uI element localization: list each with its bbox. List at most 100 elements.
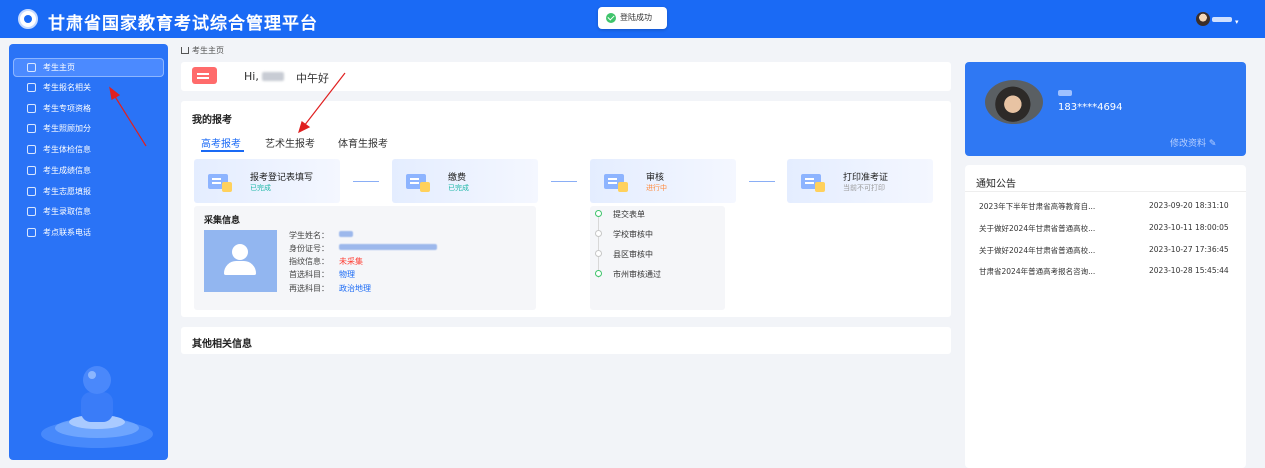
profile-name-blurred: [1058, 90, 1072, 96]
app-title: 甘肃省国家教育考试综合管理平台: [48, 14, 318, 34]
notice-item[interactable]: 2023年下半年甘肃省高等教育自... 2023-09-20 18:31:10: [979, 201, 1239, 215]
tab-sports[interactable]: 体育生报考: [338, 135, 388, 150]
fingerprint-value: 未采集: [339, 257, 363, 266]
my-registration-card: 我的报考 高考报考 艺术生报考 体育生报考 报考登记表填写 已完成 缴费 已完成…: [181, 101, 951, 317]
sidebar-item-qualification[interactable]: 考生专项资格: [13, 99, 164, 118]
notice-date: 2023-10-27 17:36:45: [1149, 245, 1229, 254]
timeline-dot: [595, 230, 602, 237]
sidebar-item-label: 考生照顾加分: [43, 124, 91, 133]
eye-icon: [27, 145, 36, 154]
sidebar-item-label: 考生报名相关: [43, 83, 91, 92]
step-name: 缴费: [448, 173, 467, 183]
timeline-dot-done: [595, 270, 602, 277]
section-title: 其他相关信息: [192, 339, 252, 350]
notice-item[interactable]: 关于做好2024年甘肃省普通高校... 2023-10-27 17:36:45: [979, 245, 1239, 259]
student-name-blurred: [339, 231, 353, 237]
doc-icon: [27, 207, 36, 216]
field-label-second-subject: 再选科目：: [289, 284, 329, 293]
step-name: 打印准考证: [843, 173, 889, 183]
profile-avatar: [985, 80, 1043, 124]
step-payment[interactable]: 缴费 已完成: [392, 159, 538, 203]
tab-gaokao[interactable]: 高考报考: [201, 135, 241, 150]
chevron-down-icon[interactable]: ▾: [1235, 18, 1239, 26]
step-status: 已完成: [448, 184, 469, 192]
tab-art[interactable]: 艺术生报考: [265, 135, 315, 150]
breadcrumb[interactable]: 考生主页: [181, 45, 224, 56]
sidebar-item-label: 考生成绩信息: [43, 166, 91, 175]
emblem-logo: [18, 9, 38, 29]
sidebar-item-application[interactable]: 考生志愿填报: [13, 182, 164, 201]
sidebar-item-contacts[interactable]: 考点联系电话: [13, 223, 164, 242]
notice-date: 2023-10-28 15:45:44: [1149, 266, 1229, 275]
step-connector: [551, 181, 577, 182]
review-icon: [602, 168, 628, 194]
notice-text: 甘肃省2024年普通高考报名咨询...: [979, 267, 1096, 276]
sidebar-item-home[interactable]: 考生主页: [13, 58, 164, 77]
profile-phone: 183****4694: [1058, 102, 1123, 113]
first-subject-value: 物理: [339, 270, 355, 279]
notice-title: 通知公告: [976, 179, 1016, 190]
form-icon: [206, 168, 232, 194]
notice-item[interactable]: 关于做好2024年甘肃省普通高校... 2023-10-11 18:00:05: [979, 223, 1239, 237]
step-print-ticket[interactable]: 打印准考证 当前不可打印: [787, 159, 933, 203]
step-status: 已完成: [250, 184, 271, 192]
greeting-name-blurred: [262, 72, 284, 81]
field-label-name: 学生姓名：: [289, 231, 329, 240]
edit-profile-link[interactable]: 修改资料 ✎: [1170, 136, 1216, 149]
audit-step-label: 县区审核中: [613, 250, 653, 259]
sidebar-item-label: 考生体检信息: [43, 145, 91, 154]
other-info-card: 其他相关信息: [181, 327, 951, 354]
notice-date: 2023-09-20 18:31:10: [1149, 201, 1229, 210]
toast-message: 登陆成功: [620, 13, 652, 22]
notice-date: 2023-10-11 18:00:05: [1149, 223, 1229, 232]
sidebar-item-medical[interactable]: 考生体检信息: [13, 140, 164, 159]
sidebar-illustration: [41, 366, 153, 448]
profile-card: 183****4694 修改资料 ✎: [965, 62, 1246, 156]
user-avatar[interactable]: [1196, 12, 1210, 26]
audit-timeline: 提交表单 学校审核中 县区审核中 市州审核通过: [590, 206, 725, 310]
sidebar-item-label: 考生志愿填报: [43, 187, 91, 196]
timeline-dot-done: [595, 210, 602, 217]
notice-text: 2023年下半年甘肃省高等教育自...: [979, 202, 1096, 211]
user-icon: [27, 63, 36, 72]
sidebar-item-label: 考生录取信息: [43, 207, 91, 216]
notice-text: 关于做好2024年甘肃省普通高校...: [979, 224, 1096, 233]
breadcrumb-label: 考生主页: [192, 46, 224, 55]
sidebar-item-admission[interactable]: 考生录取信息: [13, 202, 164, 221]
field-label-first-subject: 首选科目：: [289, 270, 329, 279]
home-icon: [181, 47, 189, 54]
printer-icon: [799, 168, 825, 194]
sidebar: 考生主页 考生报名相关 考生专项资格 考生照顾加分 考生体检信息 考生成绩信息 …: [9, 44, 168, 460]
score-icon: [27, 166, 36, 175]
step-connector: [353, 181, 379, 182]
divider: [965, 191, 1246, 192]
login-success-toast: 登陆成功: [598, 7, 667, 29]
sidebar-item-registration[interactable]: 考生报名相关: [13, 78, 164, 97]
audit-step-label: 学校审核中: [613, 230, 653, 239]
payment-icon: [404, 168, 430, 194]
step-name: 审核: [646, 173, 665, 183]
field-label-id: 身份证号：: [289, 244, 329, 253]
step-review[interactable]: 审核 进行中: [590, 159, 736, 203]
sidebar-item-bonus[interactable]: 考生照顾加分: [13, 119, 164, 138]
notice-text: 关于做好2024年甘肃省普通高校...: [979, 246, 1096, 255]
sidebar-item-label: 考生专项资格: [43, 104, 91, 113]
top-header: 甘肃省国家教育考试综合管理平台 登陆成功 ▾: [0, 0, 1265, 38]
mail-icon: [27, 187, 36, 196]
field-label-fingerprint: 指纹信息：: [289, 257, 329, 266]
step-form[interactable]: 报考登记表填写 已完成: [194, 159, 340, 203]
collected-info-panel: 采集信息 学生姓名： 身份证号： 指纹信息： 未采集 首选科目： 物理 再选科目…: [194, 206, 536, 310]
audit-step-label: 市州审核通过: [613, 270, 661, 279]
user-name-blurred[interactable]: [1212, 17, 1232, 22]
sidebar-item-scores[interactable]: 考生成绩信息: [13, 161, 164, 180]
audit-step-label: 提交表单: [613, 210, 645, 219]
second-subject-value: 政治地理: [339, 284, 371, 293]
notice-item[interactable]: 甘肃省2024年普通高考报名咨询... 2023-10-28 15:45:44: [979, 266, 1239, 280]
notice-card: 通知公告 2023年下半年甘肃省高等教育自... 2023-09-20 18:3…: [965, 165, 1246, 468]
step-status: 当前不可打印: [843, 184, 885, 192]
form-icon: [27, 83, 36, 92]
collected-info-title: 采集信息: [204, 216, 241, 226]
card-icon: [27, 124, 36, 133]
tab-active-indicator: [201, 150, 244, 152]
step-status: 进行中: [646, 184, 667, 192]
